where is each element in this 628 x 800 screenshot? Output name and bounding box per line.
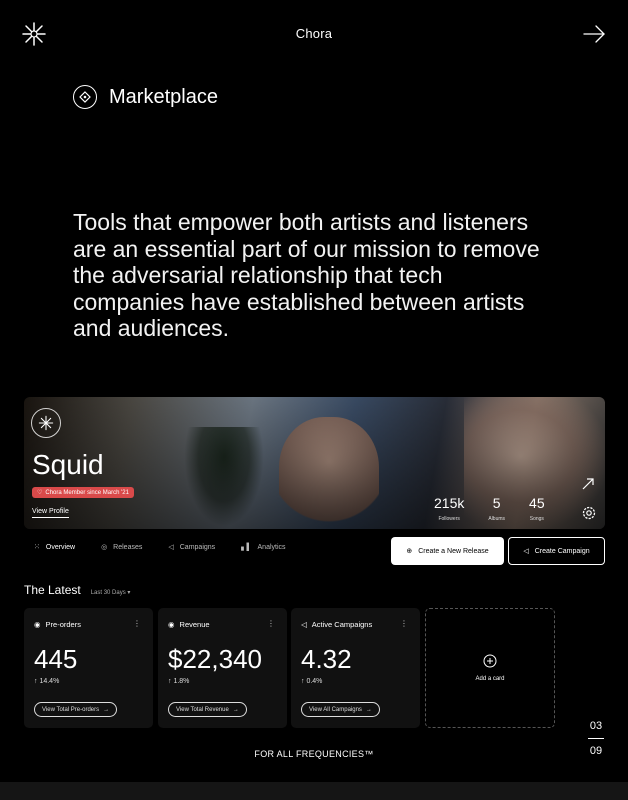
add-card-button[interactable]: Add a card	[425, 608, 555, 728]
plus-circle-icon: ⊕	[406, 548, 413, 555]
stat-value: 45	[529, 495, 545, 511]
artist-logo-icon	[31, 408, 61, 438]
tab-label: Overview	[45, 543, 76, 551]
expand-icon[interactable]	[581, 477, 595, 491]
stat-label: Followers	[438, 516, 460, 522]
grid-icon: ⁙	[34, 544, 40, 551]
artist-dashboard: Squid ♡ Chora Member since March '21 Vie…	[24, 397, 605, 737]
card-title: Active Campaigns	[311, 620, 373, 629]
profile-hero: Squid ♡ Chora Member since March '21 Vie…	[24, 397, 605, 529]
card-pre-orders: ◉ Pre-orders ⋮ 445 ↑ 14.4% View Total Pr…	[24, 608, 153, 728]
card-revenue: ◉ Revenue ⋮ $22,340 ↑ 1.8% View Total Re…	[158, 608, 287, 728]
megaphone-icon: ◁	[301, 620, 307, 629]
view-profile-link[interactable]: View Profile	[32, 508, 69, 518]
card-delta: ↑ 14.4%	[34, 678, 60, 685]
card-title: Pre-orders	[45, 620, 81, 629]
footer-tagline: FOR ALL FREQUENCIES™	[254, 749, 374, 759]
create-campaign-button[interactable]: ◁ Create Campaign	[508, 537, 605, 565]
gear-icon[interactable]	[581, 505, 597, 521]
view-pre-orders-button[interactable]: View Total Pre-orders →	[34, 702, 118, 717]
section-label: Marketplace	[109, 85, 218, 108]
card-header: ◁ Active Campaigns	[301, 620, 372, 629]
add-card-label: Add a card	[475, 676, 505, 682]
view-revenue-button[interactable]: View Total Revenue →	[168, 702, 247, 717]
member-badge-label: Chora Member since March '21	[45, 489, 129, 496]
megaphone-icon: ◁	[523, 548, 529, 555]
stat-followers: 215k Followers	[434, 495, 464, 522]
tab-analytics[interactable]: ▖▌ Analytics	[241, 543, 286, 552]
tab-campaigns[interactable]: ◁ Campaigns	[168, 543, 216, 552]
stat-value: 215k	[434, 495, 465, 511]
card-delta: ↑ 0.4%	[301, 678, 323, 685]
card-title: Revenue	[179, 620, 210, 629]
latest-title: The Latest	[24, 583, 81, 597]
arrow-right-icon: →	[103, 706, 110, 713]
stat-label: Songs	[529, 516, 544, 522]
arrow-right-icon: →	[365, 706, 372, 713]
tab-releases[interactable]: ◎ Releases	[101, 543, 143, 552]
view-label: View All Campaigns	[309, 706, 362, 713]
view-label: View Total Pre-orders	[42, 706, 100, 713]
more-options-icon[interactable]: ⋮	[267, 619, 275, 628]
card-value: 4.32	[301, 644, 352, 674]
megaphone-icon: ◁	[168, 544, 174, 551]
arrow-right-icon[interactable]	[582, 22, 606, 46]
artist-name: Squid	[32, 449, 104, 480]
stat-value: 5	[492, 495, 501, 511]
stat-songs: 45 Songs	[529, 495, 545, 522]
bar-chart-icon: ▖▌	[241, 544, 252, 551]
stat-label: Albums	[488, 516, 506, 522]
create-release-label: Create a New Release	[418, 547, 489, 555]
date-range-label: Last 30 Days	[90, 590, 126, 596]
view-campaigns-button[interactable]: View All Campaigns →	[301, 702, 380, 717]
create-release-button[interactable]: ⊕ Create a New Release	[391, 537, 504, 565]
card-header: ◉ Pre-orders	[34, 620, 81, 629]
card-active-campaigns: ◁ Active Campaigns ⋮ 4.32 ↑ 0.4% View Al…	[291, 608, 420, 728]
date-range-dropdown[interactable]: Last 30 Days ▾	[91, 589, 131, 596]
bottom-bar	[0, 782, 628, 800]
plus-circle-icon	[483, 654, 497, 668]
more-options-icon[interactable]: ⋮	[133, 619, 141, 628]
heart-icon: ♡	[37, 490, 43, 496]
tab-label: Campaigns	[179, 543, 216, 551]
brand-name[interactable]: Chora	[0, 26, 628, 41]
arrow-right-icon: →	[232, 706, 239, 713]
card-value: $22,340	[168, 644, 262, 674]
view-label: View Total Revenue	[176, 706, 229, 713]
artist-stats: 215k Followers 5 Albums 45 Songs	[434, 495, 545, 522]
card-value: 445	[34, 644, 78, 674]
tab-label: Releases	[113, 543, 143, 551]
pager-current: 03	[589, 720, 603, 732]
latest-header: The Latest Last 30 Days ▾	[24, 583, 130, 597]
dashboard-tabs: ⁙ Overview ◎ Releases ◁ Campaigns ▖▌ Ana…	[34, 543, 286, 552]
mission-statement: Tools that empower both artists and list…	[73, 209, 540, 341]
section-title: Marketplace	[73, 85, 218, 109]
stat-albums: 5 Albums	[488, 495, 505, 522]
diamond-circle-icon	[73, 85, 97, 109]
disc-icon: ◎	[101, 544, 108, 551]
member-badge: ♡ Chora Member since March '21	[32, 487, 134, 498]
create-campaign-label: Create Campaign	[534, 547, 590, 555]
pre-order-icon: ◉	[34, 620, 41, 629]
card-header: ◉ Revenue	[168, 620, 210, 629]
tab-overview[interactable]: ⁙ Overview	[34, 543, 76, 552]
tab-label: Analytics	[257, 543, 286, 551]
pager-divider	[588, 738, 604, 739]
more-options-icon[interactable]: ⋮	[400, 619, 408, 628]
card-delta: ↑ 1.8%	[168, 678, 190, 685]
revenue-icon: ◉	[168, 620, 175, 629]
